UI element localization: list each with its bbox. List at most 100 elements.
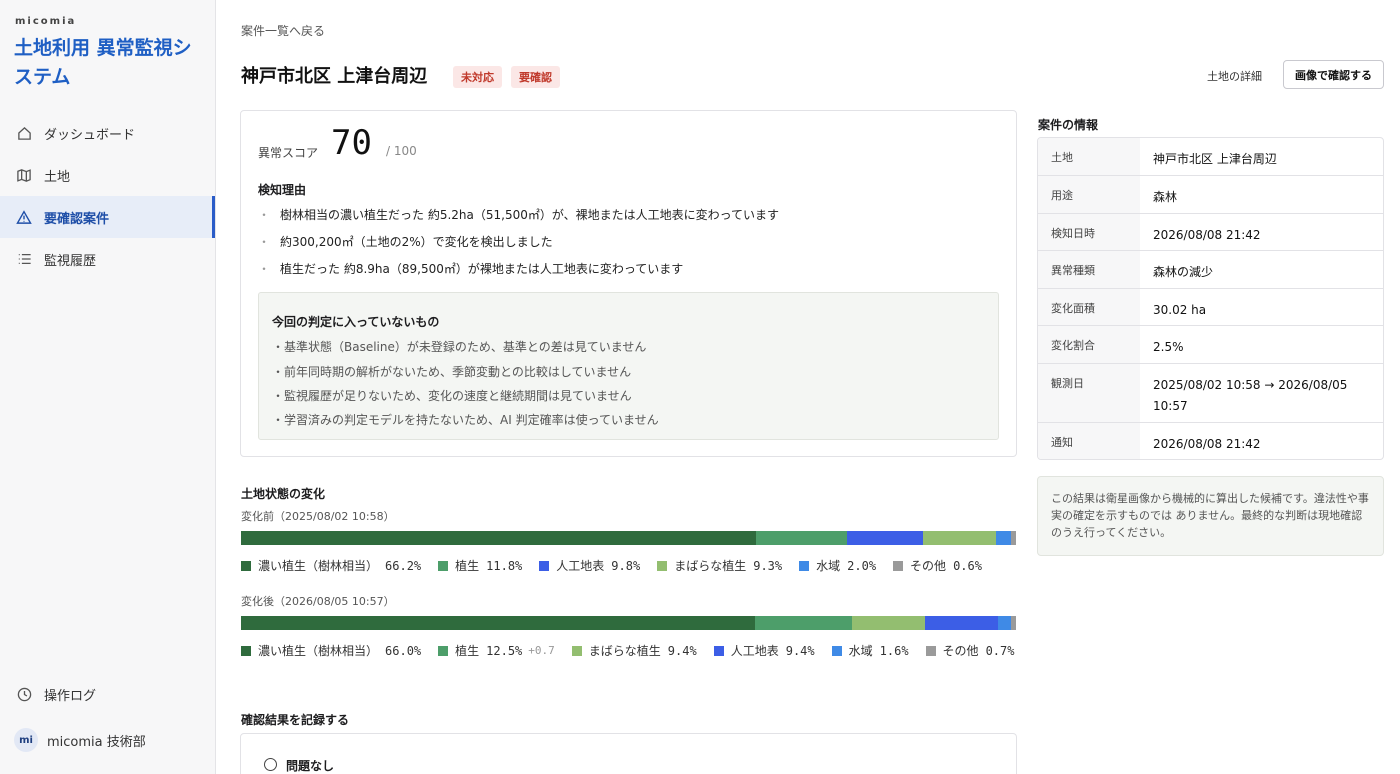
legend-item: 植生 12.5% +0.7: [438, 642, 555, 659]
legend-item: まばらな植生 9.3%: [657, 557, 782, 574]
user-menu[interactable]: mi micomia 技術部: [14, 728, 146, 752]
list-icon: [16, 251, 32, 267]
legend-label: 人工地表: [556, 559, 605, 573]
bar-segment-veg: [755, 531, 848, 545]
info-key: 土地: [1038, 138, 1140, 175]
bullet: ・: [258, 208, 271, 222]
after-stacked-bar: [241, 616, 1016, 630]
after-label: 変化後（2026/08/05 10:57）: [241, 595, 395, 608]
info-key: 検知日時: [1038, 214, 1140, 250]
score-card: 異常スコア 70 / 100 検知理由 ・樹林相当の濃い植生だった 約5.2ha…: [240, 110, 1017, 457]
legend-label: 濃い植生（樹林相当）: [258, 644, 379, 658]
sidebar-item-label: ダッシュボード: [44, 127, 136, 143]
info-key: 変化割合: [1038, 326, 1140, 363]
bar-segment-sparse: [923, 531, 996, 545]
home-icon: [16, 125, 32, 141]
bar-segment-other: [1011, 531, 1016, 545]
info-row: 通知 2026/08/08 21:42: [1038, 423, 1383, 459]
sidebar-item-land[interactable]: 土地: [0, 154, 215, 196]
legend-item: その他 0.7%: [925, 642, 1015, 659]
excluded-note: 今回の判定に入っていないもの ・基準状態（Baseline）が未登録のため、基準…: [258, 292, 999, 440]
reason-item: ・約300,200㎡（土地の2%）で変化を検出しました: [258, 233, 553, 250]
info-row: 検知日時 2026/08/08 21:42: [1038, 214, 1383, 251]
excluded-item: ・学習済みの判定モデルを持たないため、AI 判定確率は使っていません: [272, 413, 659, 427]
bar-segment-dense: [241, 531, 756, 545]
land-detail-link[interactable]: 土地の詳細: [1207, 68, 1262, 84]
before-label: 変化前（2025/08/02 10:58）: [241, 510, 395, 523]
bar-segment-dense: [241, 616, 755, 630]
reason-text: 植生だった 約8.9ha（89,500㎡）が裸地または人工地表に変わっています: [280, 262, 684, 276]
info-row: 土地 神戸市北区 上津台周辺: [1038, 138, 1383, 176]
land-change-heading: 土地状態の変化: [241, 487, 326, 501]
sidebar-item-review-cases[interactable]: 要確認案件: [0, 196, 215, 238]
legend-value: 0.7%: [985, 643, 1015, 658]
legend-value: 11.8%: [486, 558, 523, 573]
legend-item: 人工地表 9.8%: [539, 557, 640, 574]
info-key: 観測日: [1038, 364, 1140, 422]
legend-swatch: [539, 560, 550, 571]
bar-segment-water: [998, 616, 1011, 630]
legend-label: 人工地表: [730, 644, 779, 658]
score-max: / 100: [386, 144, 417, 158]
legend-item: 人工地表 9.4%: [713, 642, 815, 659]
excluded-heading: 今回の判定に入っていないもの: [272, 315, 440, 329]
excluded-item: ・監視履歴が足りないため、変化の速度と継続期間は見ていません: [272, 389, 632, 403]
sidebar-item-history[interactable]: 監視履歴: [0, 238, 215, 280]
back-link[interactable]: 案件一覧へ戻る: [241, 22, 325, 39]
info-value: 2025/08/02 10:58 → 2026/08/05 10:57: [1153, 378, 1348, 413]
legend-swatch: [925, 645, 936, 656]
sidebar-item-operation-log[interactable]: 操作ログ: [0, 673, 215, 715]
sidebar-item-label: 操作ログ: [44, 688, 97, 704]
legend-label: まばらな植生: [674, 559, 747, 573]
view-image-button[interactable]: 画像で確認する: [1283, 60, 1384, 89]
legend-label: 植生: [455, 644, 480, 658]
legend-label: 植生: [455, 559, 480, 573]
legend-swatch: [241, 560, 251, 571]
legend-item: その他 0.6%: [893, 557, 982, 574]
bar-segment-veg: [754, 616, 852, 630]
info-row: 異常種類 森林の減少: [1038, 251, 1383, 289]
bar-segment-artificial: [924, 616, 999, 630]
legend-swatch: [893, 560, 904, 571]
legend-value: 9.3%: [753, 558, 783, 573]
before-legend: 濃い植生（樹林相当） 66.2% 植生 11.8% 人工地表 9.8% まばらな植生 9.3%…: [241, 557, 1016, 574]
legend-value: 12.5%: [486, 643, 523, 658]
info-heading: 案件の情報: [1038, 118, 1099, 132]
excluded-item: ・前年同時期の解析がないため、季節変動との比較はしていません: [272, 365, 632, 379]
legend-label: その他: [942, 644, 979, 658]
before-stacked-bar: [241, 531, 1016, 545]
reason-item: ・樹林相当の濃い植生だった 約5.2ha（51,500㎡）が、裸地または人工地表…: [258, 206, 779, 223]
legend-value: 66.2%: [385, 558, 422, 573]
sidebar-item-dashboard[interactable]: ダッシュボード: [0, 112, 215, 154]
sidebar-item-label: 土地: [44, 169, 71, 185]
legend-value: 9.8%: [611, 558, 641, 573]
avatar: mi: [14, 728, 38, 752]
bar-segment-water: [995, 531, 1012, 545]
brand-title[interactable]: 土地利用 異常監視システム: [14, 34, 204, 92]
bar-segment-artificial: [847, 531, 924, 545]
reason-text: 樹林相当の濃い植生だった 約5.2ha（51,500㎡）が、裸地または人工地表に…: [280, 208, 780, 222]
brand-small: micomia: [15, 16, 77, 27]
legend-swatch: [713, 645, 724, 656]
info-value: 30.02 ha: [1153, 303, 1207, 317]
legend-swatch: [438, 645, 449, 656]
bullet: ・: [258, 262, 271, 276]
radio-label[interactable]: 問題なし: [286, 757, 334, 774]
info-value: 2.5%: [1153, 340, 1184, 354]
legend-item: まばらな植生 9.4%: [571, 642, 697, 659]
info-key: 通知: [1038, 423, 1140, 459]
legend-value: 0.6%: [953, 558, 982, 573]
radio-no-issue[interactable]: [264, 758, 277, 771]
info-row: 変化割合 2.5%: [1038, 326, 1383, 364]
reason-item: ・植生だった 約8.9ha（89,500㎡）が裸地または人工地表に変わっています: [258, 260, 683, 277]
info-table: 土地 神戸市北区 上津台周辺 用途 森林 検知日時 2026/08/08 21:42 …: [1037, 137, 1384, 460]
legend-item: 濃い植生（樹林相当） 66.2%: [241, 557, 421, 574]
user-name: micomia 技術部: [47, 734, 146, 750]
info-key: 異常種類: [1038, 251, 1140, 288]
info-key: 用途: [1038, 176, 1140, 213]
legend-label: 水域: [816, 559, 841, 573]
info-row: 観測日 2025/08/02 10:58 → 2026/08/05 10:57: [1038, 364, 1383, 423]
legend-label: その他: [910, 559, 947, 573]
legend-swatch: [657, 560, 668, 571]
legend-delta: +0.7: [528, 644, 555, 657]
